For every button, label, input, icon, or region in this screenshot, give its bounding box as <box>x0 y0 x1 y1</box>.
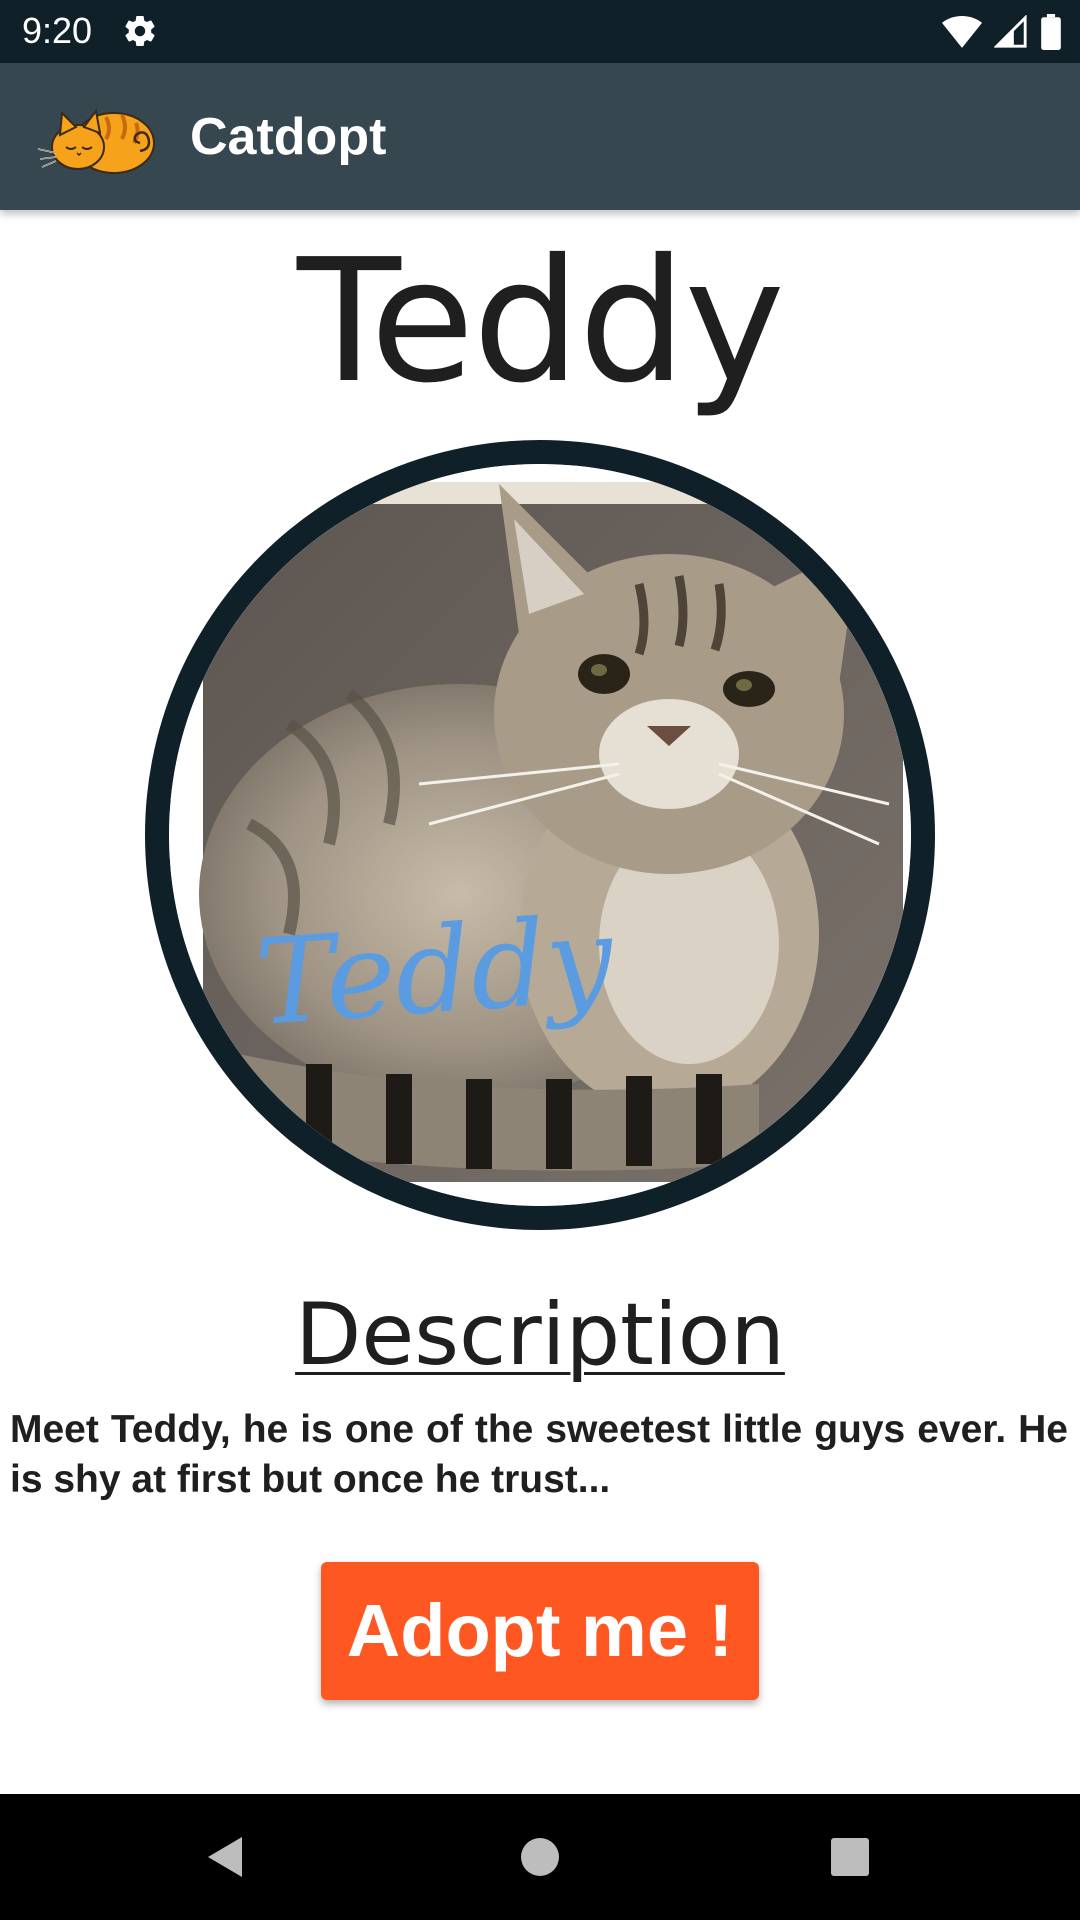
app-title: Catdopt <box>190 108 387 166</box>
description-text: Meet Teddy, he is one of the sweetest li… <box>10 1408 1068 1501</box>
cat-name-heading: Teddy <box>297 223 785 421</box>
description-heading: Description <box>295 1285 785 1385</box>
cat-photo-image: Teddy <box>169 464 911 1206</box>
sleeping-cat-logo <box>37 108 155 174</box>
photo-caption: Teddy <box>251 889 618 1052</box>
signal-icon <box>994 15 1027 48</box>
recents-icon[interactable] <box>820 1827 880 1887</box>
wifi-icon <box>942 16 982 48</box>
gear-icon <box>125 16 155 47</box>
back-icon[interactable] <box>196 1827 256 1887</box>
navigation-bar <box>0 1794 1080 1920</box>
battery-icon <box>1041 14 1061 50</box>
status-bar: 9:20 <box>0 0 1080 63</box>
app-bar: Catdopt <box>0 63 1080 210</box>
cat-photo: Teddy <box>169 464 911 1206</box>
cat-photo-frame: Teddy <box>145 440 935 1230</box>
home-icon[interactable] <box>510 1827 570 1887</box>
adopt-button[interactable]: Adopt me ! <box>321 1562 759 1700</box>
status-icons <box>942 12 1062 52</box>
status-time: 9:20 <box>22 10 93 51</box>
